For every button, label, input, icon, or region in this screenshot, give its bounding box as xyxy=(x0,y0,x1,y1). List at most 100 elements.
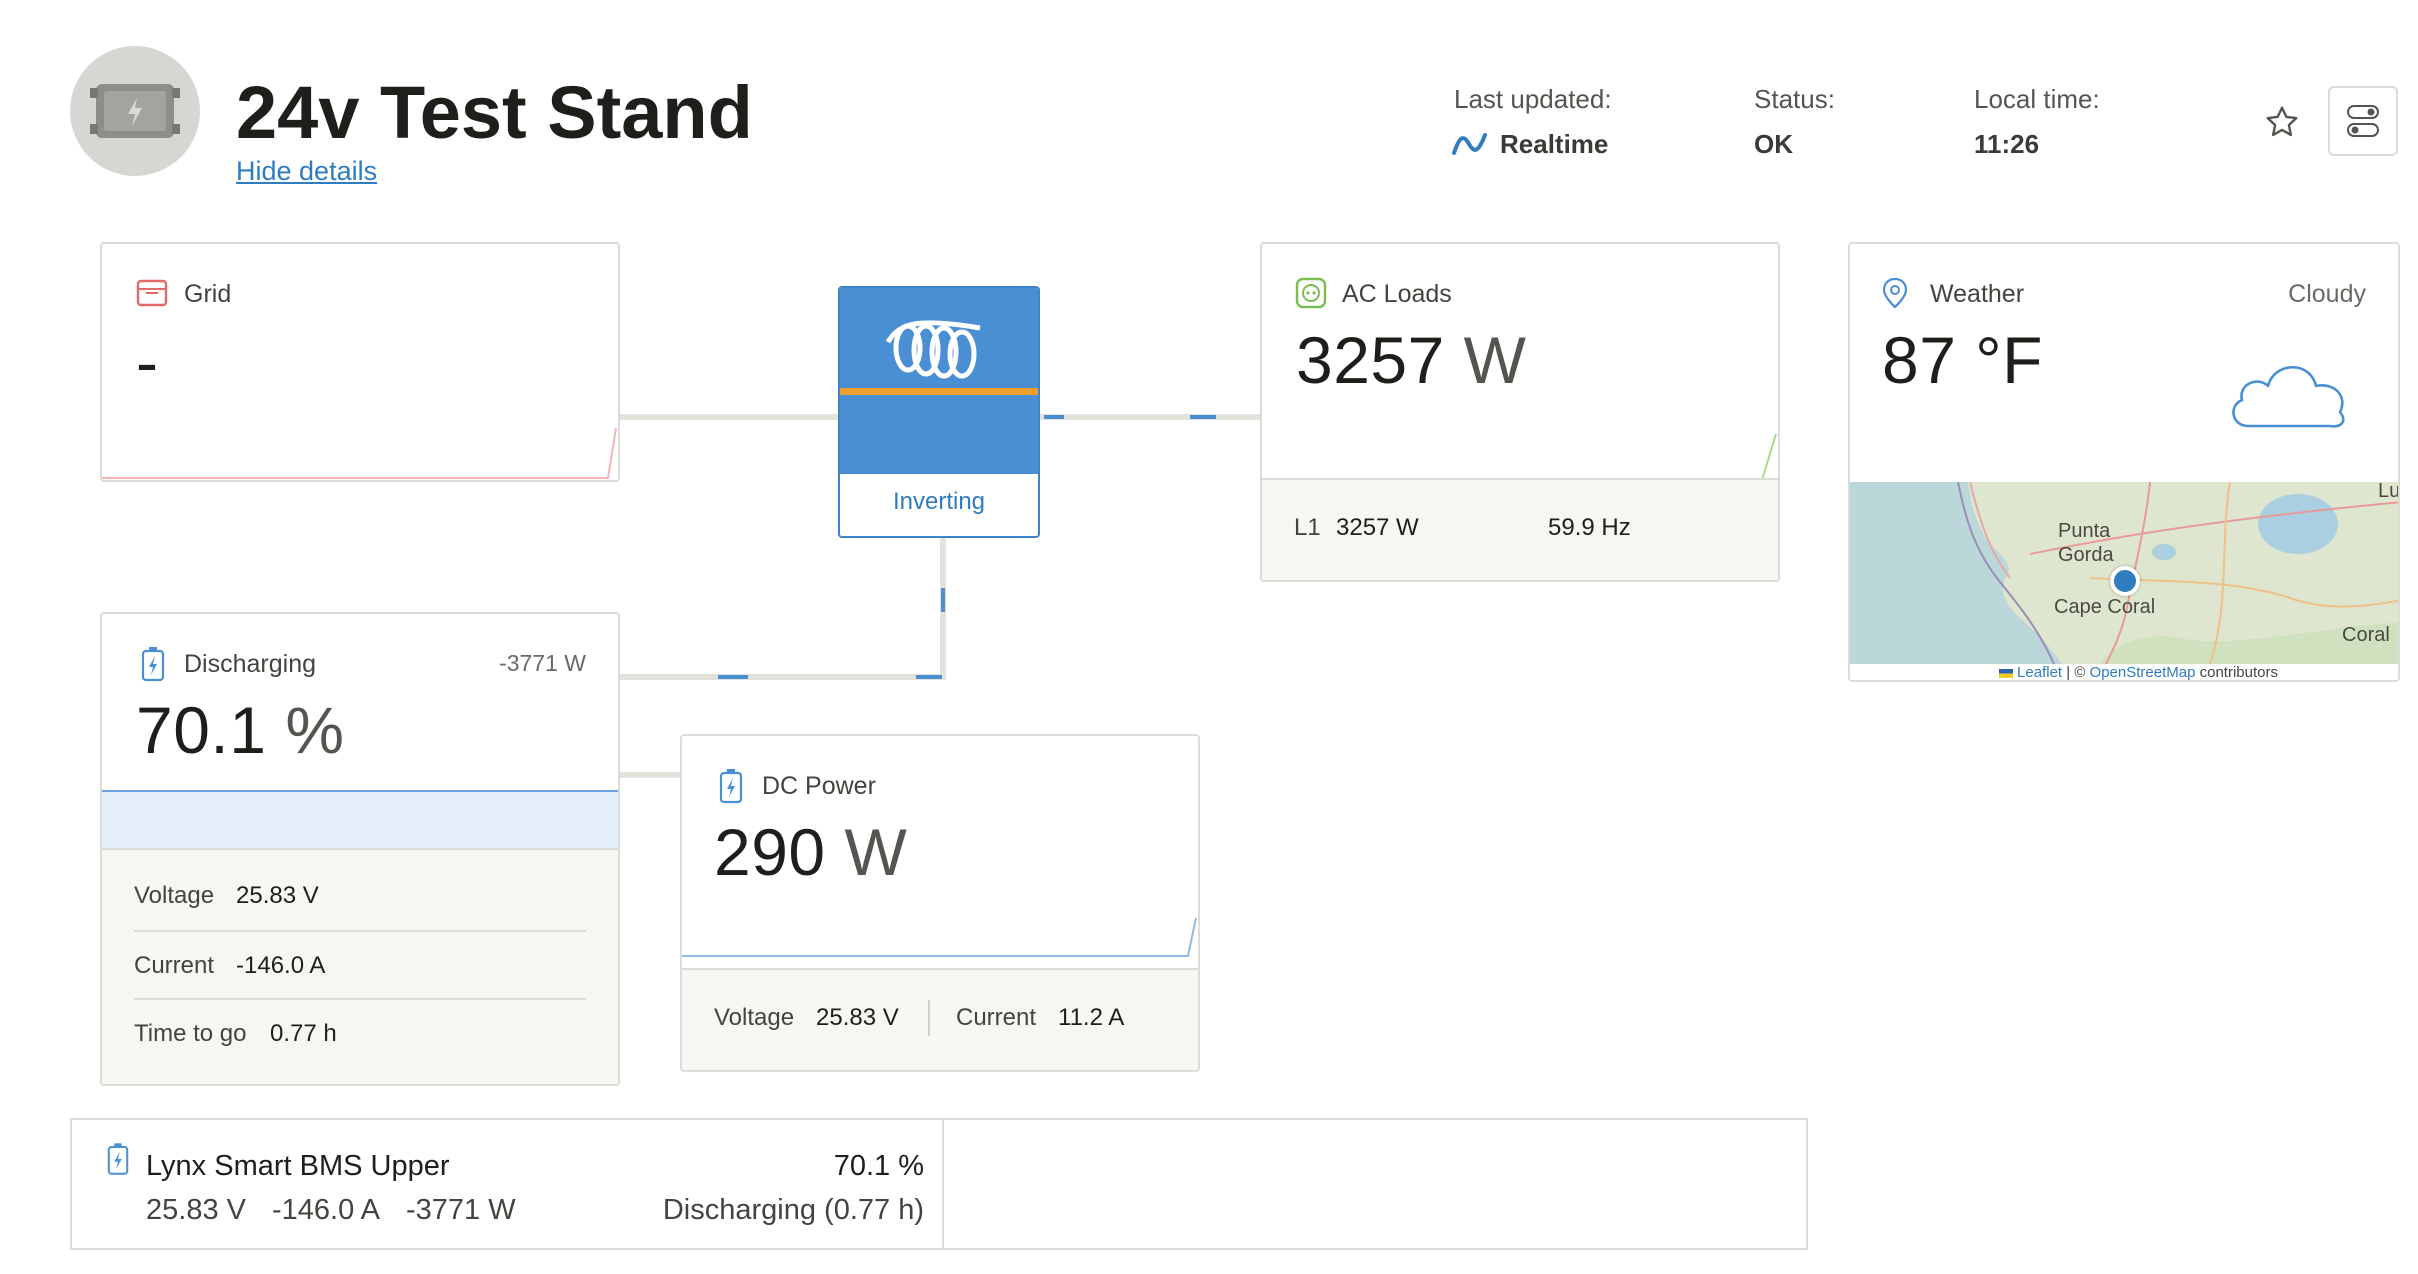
weather-map[interactable]: Punta Gorda Cape Coral Coral Lu xyxy=(1850,482,2400,664)
device-icon xyxy=(90,84,180,138)
bms-state: Discharging (0.77 h) xyxy=(662,1194,924,1226)
map-label-coral: Coral xyxy=(2342,624,2390,646)
device-avatar xyxy=(70,46,200,176)
battery-footer: Voltage 25.83 V Current -146.0 A Time to… xyxy=(102,848,618,1084)
battery-current-row: Current -146.0 A xyxy=(134,930,586,1000)
dc-power-reading: 290 W xyxy=(714,814,907,890)
status-label: Status: xyxy=(1754,84,1835,114)
socket-icon xyxy=(1295,277,1327,309)
battery-soc-value: 70.1 xyxy=(136,693,267,767)
attribution-contributors: contributors xyxy=(2195,664,2278,681)
battery-dcpower-connector xyxy=(618,772,680,778)
inverter-acloads-connector xyxy=(1038,414,1262,420)
battery-soc-unit: % xyxy=(285,693,345,767)
inverter-orange-band xyxy=(840,388,1038,395)
battery-voltage-value: 25.83 V xyxy=(236,882,319,909)
bms-voltage: 25.83 V xyxy=(146,1194,246,1226)
map-label-lu: Lu xyxy=(2378,482,2400,502)
l1-power: 3257 W xyxy=(1336,514,1419,541)
dc-battery-icon xyxy=(719,769,743,804)
local-time-label: Local time: xyxy=(1974,84,2100,114)
status-value: OK xyxy=(1754,129,1793,159)
ac-flow-dot xyxy=(1190,415,1216,419)
last-updated-label: Last updated: xyxy=(1454,84,1612,114)
inverter-battery-horizontal-connector xyxy=(618,674,946,680)
local-time-value: 11:26 xyxy=(1974,129,2040,159)
toggle-view-button[interactable] xyxy=(2328,86,2398,156)
bms-soc: 70.1 % xyxy=(833,1150,924,1182)
battery-current-value: -146.0 A xyxy=(236,952,326,979)
weather-condition: Cloudy xyxy=(2288,280,2366,308)
location-pin-icon xyxy=(1882,277,1908,309)
victron-logo-icon xyxy=(885,320,981,379)
battery-card[interactable]: Discharging -3771 W 70.1 % Voltage 25.83… xyxy=(100,612,620,1086)
dc-flow-dot xyxy=(916,675,942,679)
battery-ttg-label: Time to go xyxy=(134,1020,247,1047)
grid-icon xyxy=(136,279,168,307)
last-updated-value: Realtime xyxy=(1500,129,1609,159)
dc-current-label: Current xyxy=(956,1004,1037,1031)
weather-title: Weather xyxy=(1930,280,2025,308)
dc-current-value: 11.2 A xyxy=(1058,1004,1125,1031)
l1-label: L1 xyxy=(1294,514,1321,541)
attribution-separator: | © xyxy=(2062,664,2090,681)
dc-power-footer: Voltage 25.83 V Current 11.2 A xyxy=(682,968,1198,1070)
inverter-block[interactable]: Inverting xyxy=(838,286,1040,538)
grid-title: Grid xyxy=(184,280,232,308)
map-label-cape-coral: Cape Coral xyxy=(2054,596,2156,618)
battery-ttg-value: 0.77 h xyxy=(270,1020,337,1047)
map-label-gorda: Gorda xyxy=(2058,544,2114,566)
battery-current-label: Current xyxy=(134,952,215,979)
ac-loads-sparkline xyxy=(1262,433,1777,481)
bms-device-item[interactable]: Lynx Smart BMS Upper 70.1 % 25.83 V -146… xyxy=(72,1120,944,1248)
bms-power: -3771 W xyxy=(406,1194,516,1226)
map-attribution: Leaflet | © OpenStreetMap contributors xyxy=(1850,664,2398,681)
grid-sparkline xyxy=(102,427,617,479)
ac-loads-value: 3257 xyxy=(1296,323,1445,397)
dc-power-unit: W xyxy=(844,815,908,889)
dc-power-value: 290 xyxy=(714,815,826,889)
battery-power: -3771 W xyxy=(499,650,586,676)
battery-ttg-row: Time to go 0.77 h xyxy=(134,1000,586,1070)
weather-card[interactable]: Weather Cloudy 87 °F Punta Gorda Cape Co… xyxy=(1848,242,2400,682)
bms-current: -146.0 A xyxy=(272,1194,381,1226)
page-title: 24v Test Stand xyxy=(236,71,753,154)
dc-voltage-label: Voltage xyxy=(714,1004,795,1031)
ac-frequency: 59.9 Hz xyxy=(1548,514,1631,541)
dc-power-card[interactable]: DC Power 290 W Voltage 25.83 V Current 1… xyxy=(680,734,1200,1072)
ac-loads-title: AC Loads xyxy=(1342,280,1452,308)
grid-card[interactable]: Grid - xyxy=(100,242,620,482)
ac-loads-power: 3257 W xyxy=(1296,322,1526,398)
ac-loads-card[interactable]: AC Loads 3257 W L1 3257 W 59.9 Hz xyxy=(1260,242,1780,582)
dc-footer-divider xyxy=(928,1000,930,1036)
battery-voltage-label: Voltage xyxy=(134,882,215,909)
map-location-marker xyxy=(2110,566,2140,596)
inverter-state: Inverting xyxy=(892,488,986,515)
leaflet-flag-icon xyxy=(1998,668,2013,678)
inverter-top xyxy=(840,288,1038,474)
bms-name: Lynx Smart BMS Upper xyxy=(146,1150,450,1182)
hide-details-link[interactable]: Hide details xyxy=(236,156,377,187)
realtime-icon xyxy=(1452,133,1487,155)
dc-power-sparkline xyxy=(682,917,1197,957)
battery-soc: 70.1 % xyxy=(136,692,345,768)
dc-flow-dot xyxy=(718,675,748,679)
osm-link[interactable]: OpenStreetMap xyxy=(2090,664,2196,680)
bms-battery-icon xyxy=(107,1143,129,1175)
battery-soc-band xyxy=(102,790,618,848)
cloud-icon xyxy=(2232,365,2345,428)
dc-voltage-value: 25.83 V xyxy=(816,1004,899,1031)
battery-voltage-row: Voltage 25.83 V xyxy=(134,850,586,932)
grid-value: - xyxy=(136,325,159,399)
weather-temperature: 87 °F xyxy=(1882,323,2043,397)
dc-flow-dot xyxy=(941,588,945,612)
map-label-punta: Punta xyxy=(2058,520,2111,542)
dc-power-title: DC Power xyxy=(762,772,876,800)
favorite-star-icon[interactable] xyxy=(2264,104,2300,140)
toggle-icon xyxy=(2347,105,2379,137)
ac-flow-dot xyxy=(1044,415,1064,419)
leaflet-link[interactable]: Leaflet xyxy=(2017,664,2062,680)
battery-title: Discharging xyxy=(184,650,317,678)
grid-inverter-connector xyxy=(618,414,840,420)
ac-loads-footer: L1 3257 W 59.9 Hz xyxy=(1262,478,1778,580)
